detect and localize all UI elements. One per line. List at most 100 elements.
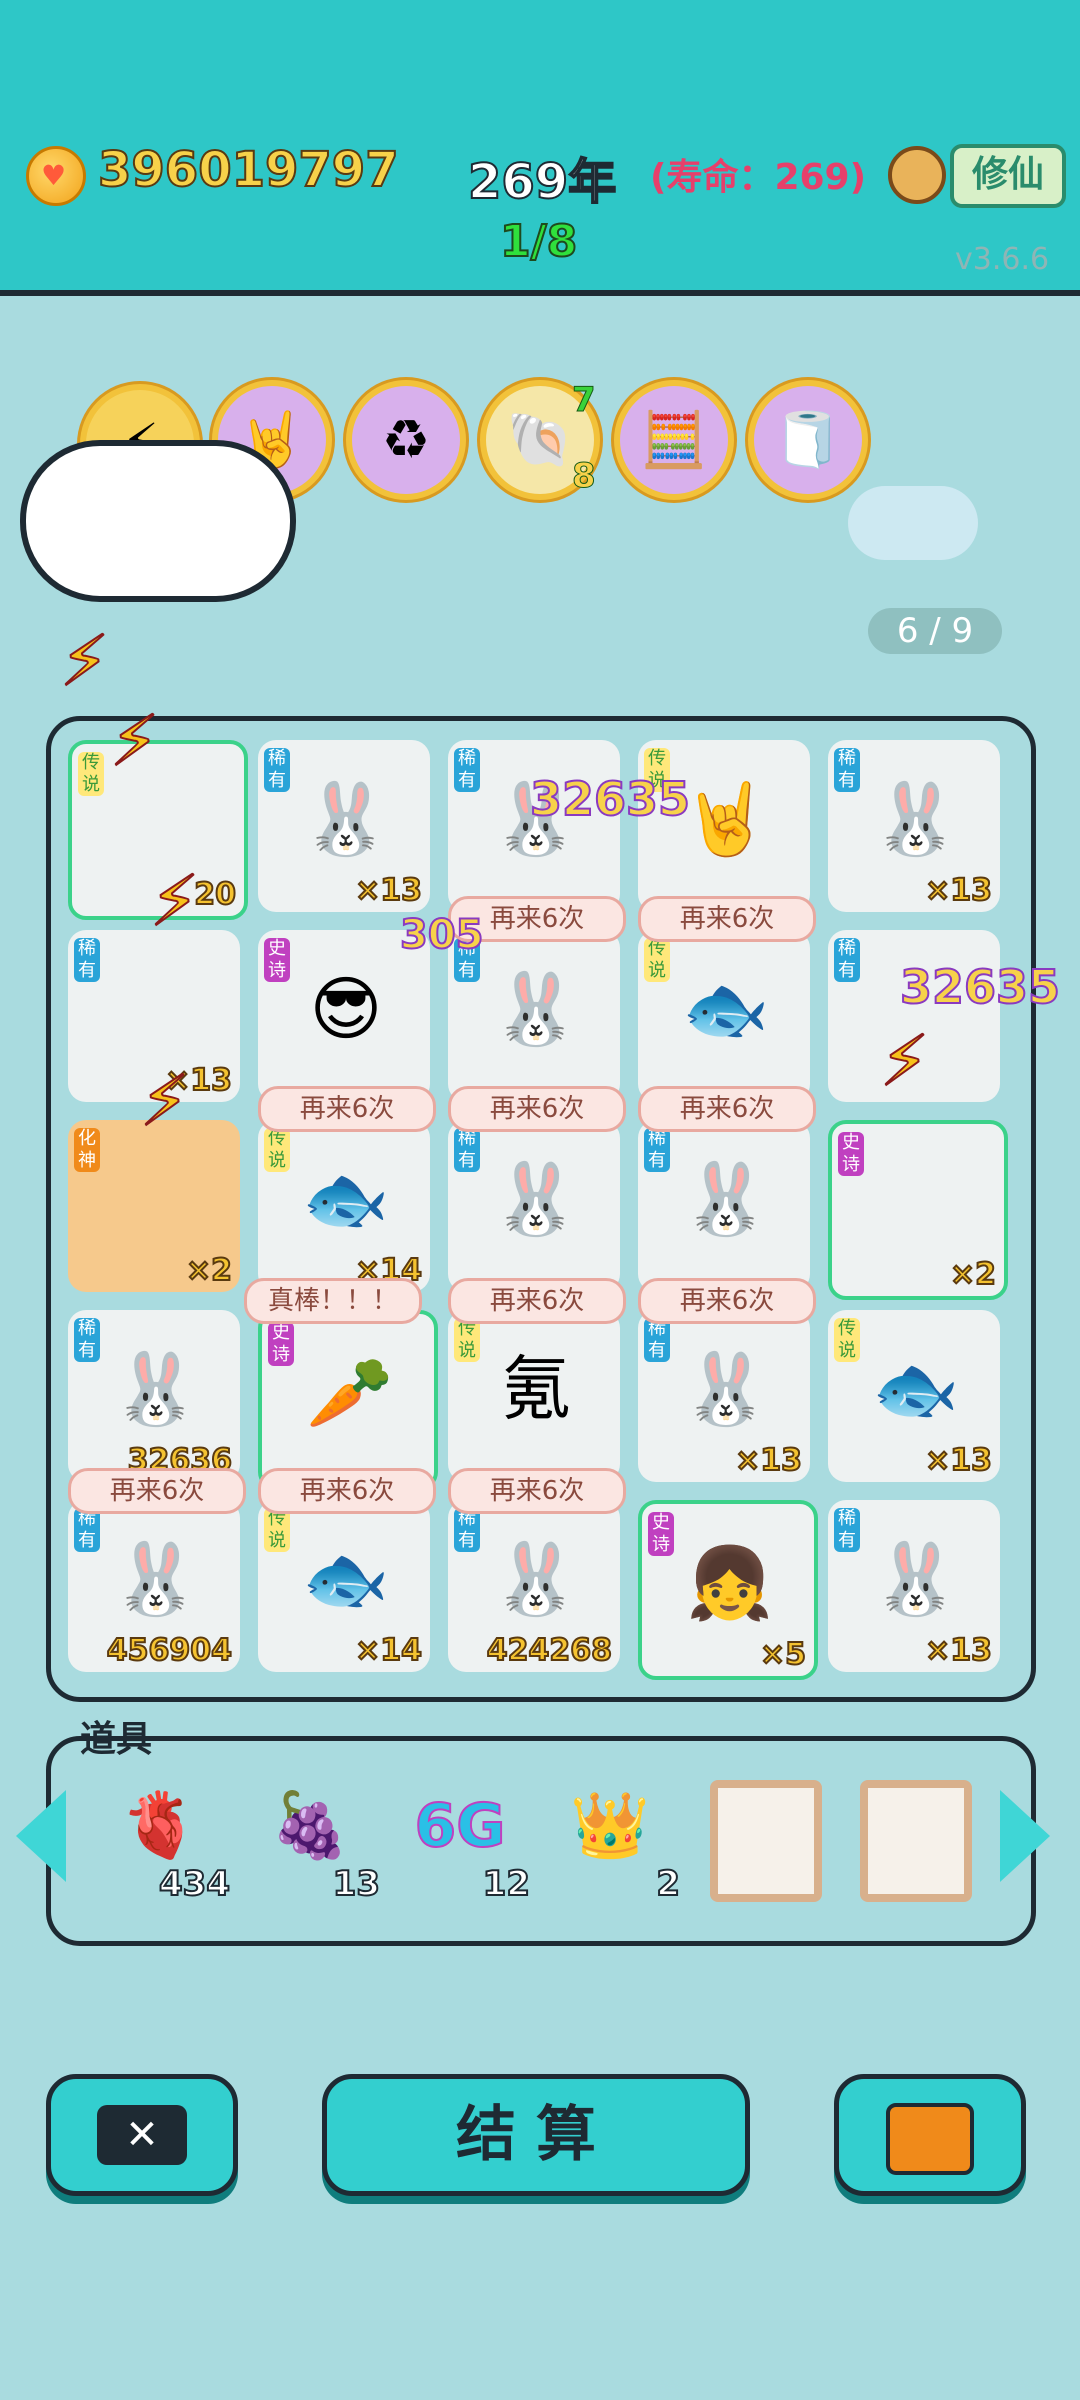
again-label: 再来6次 [258,1468,436,1514]
spin-progress: 6 / 9 [868,608,1002,654]
board-cell[interactable]: 稀有 🐰 424268 [448,1500,620,1672]
floating-coin-value: 32635 [529,771,691,827]
cell-sprite-icon: 🐰 [302,778,390,860]
cell-sprite-icon: 🐰 [112,1348,200,1430]
cell-quantity: ×13 [924,1632,993,1669]
cell-sprite-icon: 🐟 [682,968,770,1050]
empty-tool-slot[interactable] [860,1780,972,1902]
settle-button[interactable]: 结算 [322,2074,750,2196]
cell-quantity: ×13 [734,1442,803,1479]
rarity-badge: 稀有 [74,938,100,982]
cell-sprite-icon: 🥕 [306,1352,394,1434]
rarity-badge: 稀有 [834,1508,860,1552]
board-cell[interactable]: 传说 🐟 ×14 [258,1120,430,1292]
tools-next-arrow-icon[interactable] [1000,1790,1050,1882]
empty-tool-slot[interactable] [710,1780,822,1902]
again-label: 再来6次 [638,896,816,942]
rarity-badge: 稀有 [644,1128,670,1172]
lightning-icon: ⚡ [879,1019,930,1103]
board-cell[interactable]: 稀有 🐰 ×13 [258,740,430,912]
storm-cloud-icon [20,440,296,602]
rarity-badge: 传说 [264,1128,290,1172]
tool-count: 13 [332,1863,381,1905]
bayberry-icon: 🍇 [270,1789,350,1863]
cell-sprite-icon: 氪 [501,1348,571,1430]
cell-quantity: ×13 [924,872,993,909]
rarity-badge: 稀有 [644,1318,670,1362]
board-cell[interactable]: 传说 🐟 [638,930,810,1102]
lightning-icon: ⚡ [139,1059,190,1143]
board-cell[interactable]: 传说 🐟 ×14 [258,1500,430,1672]
year-counter: 269年 [467,153,617,211]
board-cell[interactable]: 传说 🤘 [638,740,810,912]
rarity-badge: 稀有 [454,1128,480,1172]
board-cell[interactable]: 稀有 🐰 ×13 [828,1500,1000,1672]
cell-sprite-icon: 🤘 [682,778,770,860]
board-cell[interactable]: 稀有 🐰 ×13 [828,740,1000,912]
6g-icon: 6G [414,1790,507,1862]
cultivate-button[interactable]: 修仙 [950,144,1066,208]
shell-buff-count-bottom: 8 [572,456,597,497]
again-label: 再来6次 [448,1278,626,1324]
close-button[interactable]: ✕ [46,2074,238,2196]
again-label: 再来6次 [448,1468,626,1514]
tool-count: 434 [158,1863,231,1905]
rarity-badge: 稀有 [454,1508,480,1552]
again-label: 再来6次 [68,1468,246,1514]
medal-icon[interactable] [888,146,946,204]
again-label: 再来6次 [638,1278,816,1324]
shell-buff-icon[interactable]: 🐚 7 8 [480,380,600,500]
board-cell[interactable]: 史诗 ×2 [828,1120,1008,1300]
rarity-badge: 稀有 [454,748,480,792]
tools-label: 道具 [80,1719,153,1760]
lifespan-label: (寿命：269) [650,157,867,198]
cell-sprite-icon: 🐰 [682,1158,770,1240]
tool-count: 2 [655,1863,681,1905]
board-cell[interactable]: 稀有 🐰 456904 [68,1500,240,1672]
calculator-man-buff-icon[interactable]: 🧮 [614,380,734,500]
board-cell[interactable]: 化神 ×2 [68,1120,240,1292]
rarity-badge: 史诗 [838,1132,864,1176]
tissue-box-buff-icon[interactable]: 🧻 [748,380,868,500]
rarity-badge: 稀有 [74,1318,100,1362]
rarity-badge: 化神 [74,1128,100,1172]
rarity-badge: 稀有 [834,938,860,982]
cell-sprite-icon: 🐰 [492,1158,580,1240]
rarity-badge: 传说 [834,1318,860,1362]
cell-quantity: ×2 [185,1252,233,1289]
shell-buff-count-top: 7 [572,380,597,421]
tool-crown[interactable]: 👑 2 [550,1776,681,1905]
briefcase-icon [886,2103,974,2175]
tools-prev-arrow-icon[interactable] [16,1790,66,1882]
rarity-badge: 稀有 [264,748,290,792]
board-cell[interactable]: 稀有 🐰 ×13 [638,1310,810,1482]
rarity-badge: 稀有 [74,1508,100,1552]
board-cell[interactable]: 史诗 👧 ×5 [638,1500,818,1680]
liver-icon: 🫀 [120,1789,200,1863]
rarity-badge: 稀有 [834,748,860,792]
tool-count: 12 [482,1863,531,1905]
lightning-icon: ⚡ [109,699,160,783]
tool-liver[interactable]: 🫀 434 [100,1776,231,1905]
cell-sprite-icon [872,1148,968,1258]
board-cell[interactable]: 史诗 🥕 [258,1310,438,1490]
recycle-buff-icon[interactable]: ♻ [346,380,466,500]
board-cell[interactable]: 传说 🐟 ×13 [828,1310,1000,1482]
board-cell[interactable]: 稀有 🐰 [448,740,620,912]
tool-bayberry[interactable]: 🍇 13 [250,1776,381,1905]
tool-6g[interactable]: 6G 12 [400,1776,532,1905]
lightning-icon: ⚡ [149,859,200,943]
cell-sprite-icon: 🐰 [112,1538,200,1620]
coin-icon: ♥ [26,146,86,206]
board-cell[interactable]: 稀有 🐰 [448,1120,620,1292]
inventory-button[interactable] [834,2074,1026,2196]
cell-sprite-icon: 🐰 [492,968,580,1050]
floating-coin-value: 32635 [899,959,1061,1015]
cell-sprite-icon: 🐟 [302,1158,390,1240]
board-cell[interactable]: 稀有 🐰 32636 [68,1310,240,1482]
board-cell[interactable]: 稀有 🐰 [638,1120,810,1292]
board-cell[interactable]: 传说氪 [448,1310,620,1482]
again-label: 再来6次 [638,1086,816,1132]
cell-sprite-icon [108,1144,204,1254]
again-label: 再来6次 [448,1086,626,1132]
